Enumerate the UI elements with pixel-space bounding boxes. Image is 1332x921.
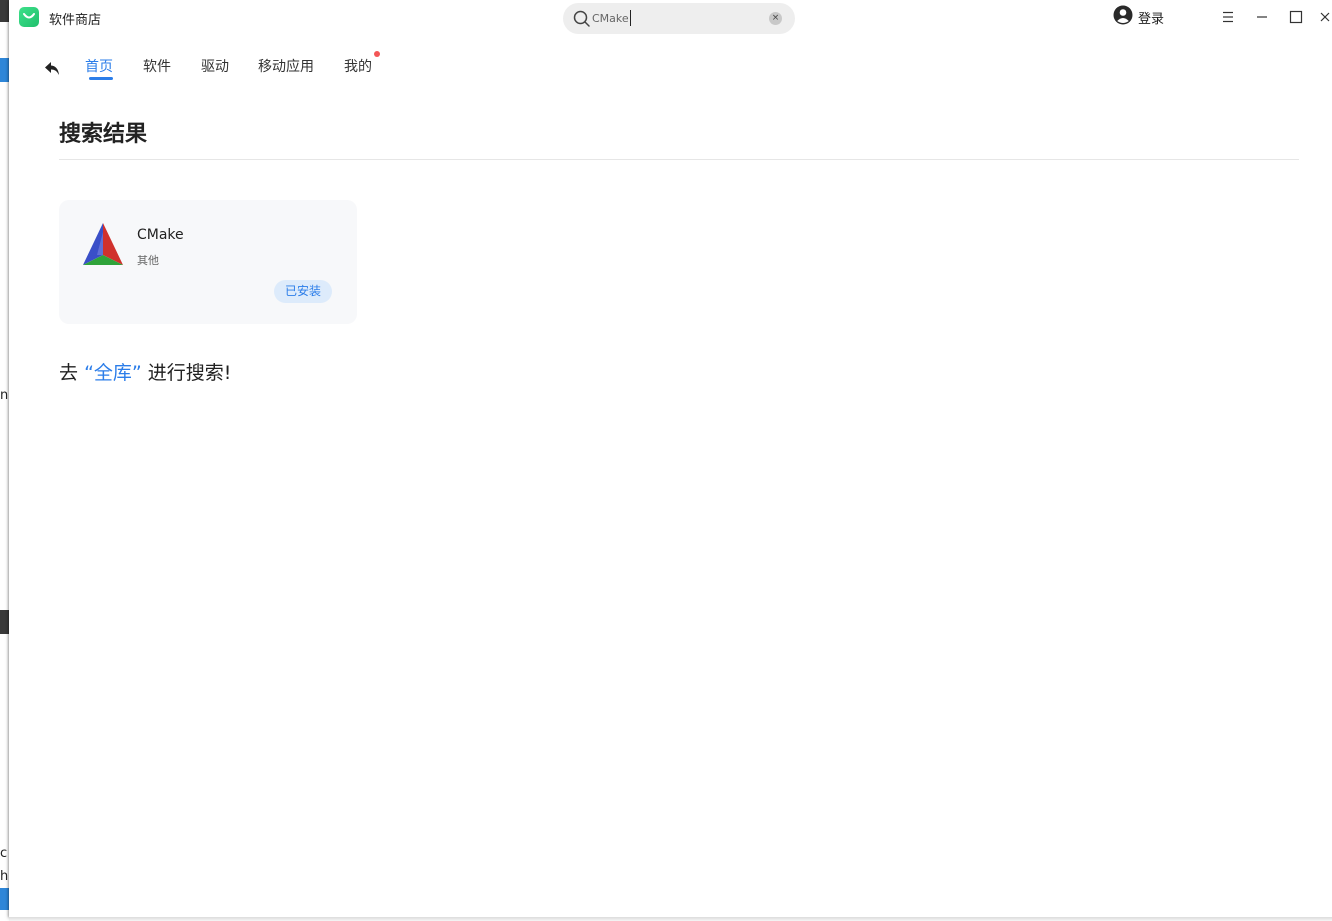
minimize-icon[interactable] xyxy=(1252,7,1272,27)
divider xyxy=(59,159,1299,160)
close-circle-icon[interactable]: × xyxy=(769,12,782,25)
desktop-widget-dark xyxy=(0,0,9,22)
app-name: CMake xyxy=(137,227,184,243)
hamburger-menu-icon[interactable] xyxy=(1218,7,1238,27)
app-category: 其他 xyxy=(137,254,159,267)
installed-badge[interactable]: 已安装 xyxy=(274,280,333,303)
tab-drivers[interactable]: 驱动 xyxy=(201,56,229,76)
title-bar: 软件商店 × 登录 xyxy=(9,0,1332,36)
window-shadow xyxy=(9,917,1332,921)
tab-software[interactable]: 软件 xyxy=(143,56,171,76)
search-all-link[interactable]: “全库” xyxy=(84,362,142,384)
search-icon xyxy=(573,10,591,32)
active-tab-indicator xyxy=(89,77,113,80)
text-caret xyxy=(630,10,631,26)
search-all-suffix: 进行搜索! xyxy=(147,362,232,384)
search-input[interactable] xyxy=(592,9,762,28)
tab-home[interactable]: 首页 xyxy=(85,56,113,80)
desktop-widget-dark xyxy=(0,610,9,634)
close-icon[interactable] xyxy=(1318,7,1332,27)
desktop-widget-blue xyxy=(0,58,9,82)
login-button[interactable]: 登录 xyxy=(1113,5,1165,29)
app-window: 软件商店 × 登录 xyxy=(9,0,1332,917)
search-box[interactable]: × xyxy=(563,3,795,34)
desktop-text-fragment: c xyxy=(0,846,8,861)
search-all-prefix: 去 xyxy=(59,362,79,384)
desktop-text-fragment: n xyxy=(0,388,9,403)
desktop-widget-blue xyxy=(0,888,9,910)
result-card[interactable]: CMake 其他 已安装 xyxy=(59,200,357,324)
page-title: 搜索结果 xyxy=(59,122,148,147)
user-avatar-icon xyxy=(1113,5,1133,29)
cmake-logo-icon xyxy=(81,222,125,270)
store-bag-icon xyxy=(19,7,39,27)
search-all-hint: 去 “全库” 进行搜索! xyxy=(59,358,231,385)
tab-mobile-apps[interactable]: 移动应用 xyxy=(258,56,314,76)
back-arrow-icon[interactable] xyxy=(42,58,62,78)
app-title: 软件商店 xyxy=(49,13,102,28)
maximize-icon[interactable] xyxy=(1286,7,1306,27)
tab-mine[interactable]: 我的 xyxy=(344,56,372,76)
tab-label: 首页 xyxy=(85,59,113,75)
login-label: 登录 xyxy=(1138,11,1165,27)
desktop-text-fragment: h xyxy=(0,869,9,884)
notification-dot xyxy=(374,51,380,57)
